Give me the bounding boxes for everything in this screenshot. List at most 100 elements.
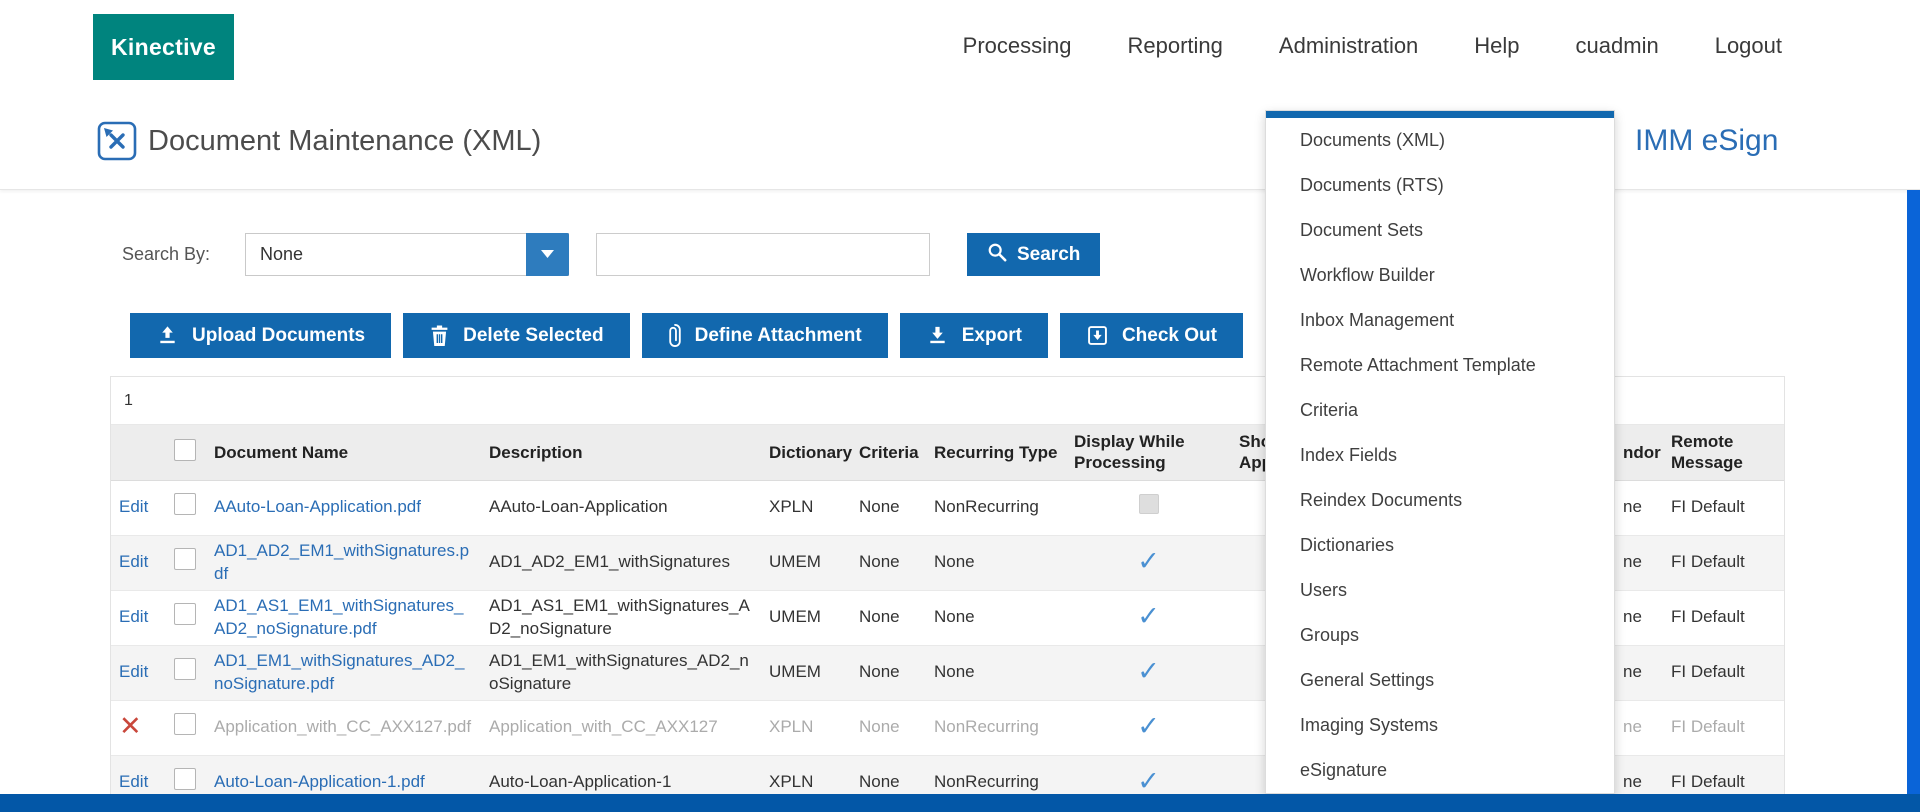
nav-item-reporting[interactable]: Reporting [1128,33,1223,59]
edit-link[interactable]: Edit [119,552,148,571]
cell-action: Edit [111,590,166,645]
top-navbar: Kinective Processing Reporting Administrat… [0,0,1920,92]
search-button[interactable]: Search [967,233,1100,276]
upload-documents-button[interactable]: Upload Documents [130,313,391,358]
cell-recurring-type: NonRecurring [926,700,1066,755]
cell-recurring-type: None [926,535,1066,590]
checked-checkbox-icon[interactable]: ✓ [1137,766,1160,796]
cell-description: AAuto-Loan-Application [481,480,761,535]
menu-item-imaging-systems[interactable]: Imaging Systems [1266,703,1614,748]
menu-item-reindex-documents[interactable]: Reindex Documents [1266,478,1614,523]
cell-display-while-processing: ✓ [1066,590,1231,645]
document-link[interactable]: Auto-Loan-Application-1.pdf [214,772,425,791]
nav-item-administration[interactable]: Administration [1279,33,1418,59]
menu-item-groups[interactable]: Groups [1266,613,1614,658]
select-all-checkbox[interactable] [174,439,196,461]
row-checkbox[interactable] [174,493,196,515]
cell-remote-message: FI Default [1663,590,1784,645]
unchecked-checkbox[interactable] [1139,494,1159,514]
edit-link[interactable]: Edit [119,772,148,791]
check-out-button[interactable]: Check Out [1060,313,1243,358]
edit-link[interactable]: Edit [119,497,148,516]
cell-display-while-processing: ✓ [1066,535,1231,590]
menu-item-users[interactable]: Users [1266,568,1614,613]
cell-document-name: Application_with_CC_AXX127.pdf [206,700,481,755]
delete-x-icon[interactable]: ✕ [119,711,142,741]
menu-item-documents-xml[interactable]: Documents (XML) [1266,118,1614,163]
row-checkbox[interactable] [174,768,196,790]
cell-vendor-truncated: ne [1615,590,1663,645]
header-document-name: Document Name [206,425,481,480]
upload-icon [156,324,179,347]
menu-item-workflow-builder[interactable]: Workflow Builder [1266,253,1614,298]
nav-item-cuadmin[interactable]: cuadmin [1576,33,1659,59]
cell-dictionary: UMEM [761,590,851,645]
select-dropdown-button[interactable] [526,233,569,276]
menu-item-index-fields[interactable]: Index Fields [1266,433,1614,478]
header-vendor-truncated: ndor [1615,425,1663,480]
cell-dictionary: UMEM [761,645,851,700]
trash-icon [429,324,450,347]
checked-checkbox-icon[interactable]: ✓ [1137,711,1160,741]
row-checkbox[interactable] [174,548,196,570]
menu-item-dictionaries[interactable]: Dictionaries [1266,523,1614,568]
delete-selected-button[interactable]: Delete Selected [403,313,629,358]
edit-link[interactable]: Edit [119,607,148,626]
cell-select [166,645,206,700]
menu-item-document-sets[interactable]: Document Sets [1266,208,1614,253]
checked-checkbox-icon[interactable]: ✓ [1137,546,1160,576]
checkout-icon [1086,324,1109,347]
page-number[interactable]: 1 [124,392,133,410]
nav-item-logout[interactable]: Logout [1715,33,1782,59]
search-button-label: Search [1017,244,1080,266]
search-by-select[interactable]: None [245,233,569,276]
document-link[interactable]: AD1_AS1_EM1_withSignatures_AD2_noSignatu… [214,596,463,637]
cell-criteria: None [851,590,926,645]
kinective-logo[interactable]: Kinective [93,14,234,80]
checked-checkbox-icon[interactable]: ✓ [1137,601,1160,631]
menu-item-documents-rts[interactable]: Documents (RTS) [1266,163,1614,208]
nav-items: Processing Reporting Administration Help cua… [963,0,1782,92]
cell-recurring-type: None [926,645,1066,700]
cell-recurring-type: None [926,590,1066,645]
menu-item-esignature[interactable]: eSignature [1266,748,1614,793]
edit-link[interactable]: Edit [119,662,148,681]
cell-criteria: None [851,700,926,755]
paperclip-icon [668,323,682,348]
scrollbar[interactable] [1907,190,1920,812]
document-link[interactable]: AAuto-Loan-Application.pdf [214,497,421,516]
cell-description: Application_with_CC_AXX127 [481,700,761,755]
administration-dropdown: Documents (XML)Documents (RTS)Document S… [1265,110,1615,794]
row-checkbox[interactable] [174,603,196,625]
nav-item-help[interactable]: Help [1474,33,1519,59]
download-icon [926,324,949,347]
export-button[interactable]: Export [900,313,1048,358]
button-label: Upload Documents [192,325,365,347]
menu-item-criteria[interactable]: Criteria [1266,388,1614,433]
define-attachment-button[interactable]: Define Attachment [642,313,888,358]
document-link[interactable]: AD1_EM1_withSignatures_AD2_noSignature.p… [214,651,464,692]
button-label: Export [962,325,1022,347]
header-criteria: Criteria [851,425,926,480]
cell-action: ✕ [111,700,166,755]
button-label: Define Attachment [695,325,862,347]
cell-vendor-truncated: ne [1615,535,1663,590]
button-label: Delete Selected [463,325,603,347]
menu-item-general-settings[interactable]: General Settings [1266,658,1614,703]
nav-item-processing[interactable]: Processing [963,33,1072,59]
menu-item-inbox-management[interactable]: Inbox Management [1266,298,1614,343]
document-maintenance-icon [95,119,139,163]
cell-dictionary: UMEM [761,535,851,590]
search-input[interactable] [596,233,930,276]
row-checkbox[interactable] [174,658,196,680]
toolbar: Upload Documents Delete Selected Define At… [130,313,1243,358]
cell-action: Edit [111,645,166,700]
document-link[interactable]: AD1_AD2_EM1_withSignatures.pdf [214,541,469,582]
document-link: Application_with_CC_AXX127.pdf [214,717,471,736]
admin-menu-items: Documents (XML)Documents (RTS)Document S… [1266,118,1614,793]
cell-display-while-processing [1066,480,1231,535]
menu-item-remote-attachment-template[interactable]: Remote Attachment Template [1266,343,1614,388]
checked-checkbox-icon[interactable]: ✓ [1137,656,1160,686]
row-checkbox[interactable] [174,713,196,735]
cell-display-while-processing: ✓ [1066,700,1231,755]
